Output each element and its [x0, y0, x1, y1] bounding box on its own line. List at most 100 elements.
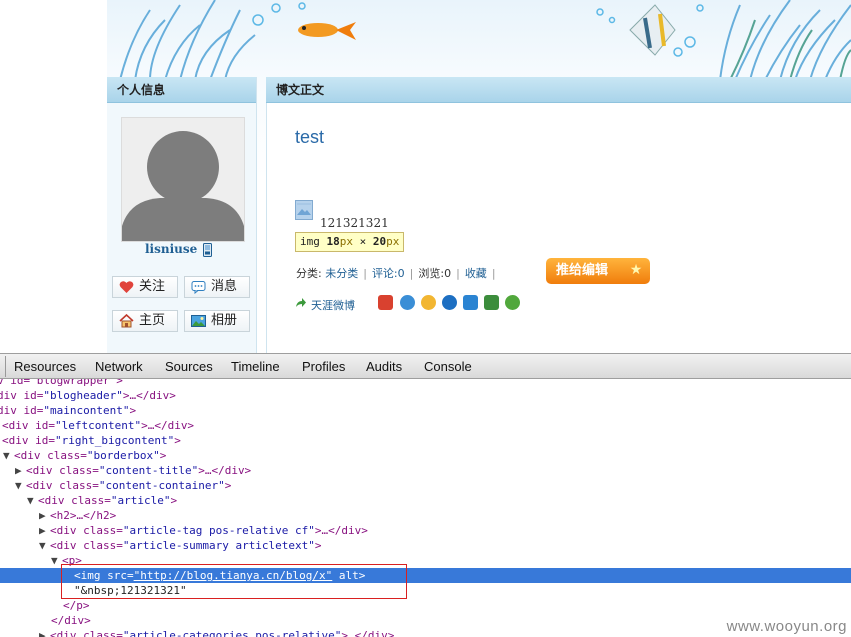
- dom-tag: <div class=: [26, 464, 99, 477]
- follow-button[interactable]: 关注: [112, 276, 178, 298]
- dom-node[interactable]: ▼ <div class="borderbox">: [3, 448, 166, 463]
- dom-node[interactable]: ▼ <div class="article">: [27, 493, 177, 508]
- collapsed-triangle-icon[interactable]: ▶: [39, 508, 50, 523]
- album-label: 相册: [211, 313, 238, 328]
- tab-overflow-edge: [0, 356, 6, 377]
- home-label: 主页: [139, 313, 166, 328]
- dom-node[interactable]: ▼ <div class="content-container">: [15, 478, 231, 493]
- tab-network[interactable]: Network: [95, 354, 143, 379]
- dom-tag: <div id=: [2, 434, 55, 447]
- favorite-link[interactable]: 收藏: [465, 267, 487, 280]
- dom-tag-close: >…</div>: [122, 389, 176, 402]
- dom-tag: <div class=: [14, 449, 87, 462]
- dom-tag: </p>: [63, 599, 90, 612]
- dom-tag-close: >: [224, 479, 232, 492]
- collapsed-triangle-icon[interactable]: ▶: [15, 463, 26, 478]
- photo-album-icon: [191, 315, 206, 327]
- view-count: 浏览:0: [418, 267, 452, 280]
- dom-tag: <div class=: [50, 524, 123, 537]
- dom-tag: <h2>…</h2>: [50, 509, 117, 522]
- dom-node[interactable]: ▶ <div class="article-tag pos-relative cf…: [39, 523, 368, 538]
- tab-profiles[interactable]: Profiles: [302, 354, 345, 379]
- home-button[interactable]: 主页: [112, 310, 178, 332]
- message-button[interactable]: 消息: [184, 276, 250, 298]
- expanded-triangle-icon[interactable]: ▼: [27, 493, 38, 508]
- devtools-panel: Resources Network Sources Timeline Profi…: [0, 353, 851, 637]
- dom-attr-value: "borderbox": [86, 449, 160, 462]
- dom-attr-value: "article-categories pos-relative": [122, 629, 342, 637]
- meta-separator: |: [409, 267, 414, 280]
- dom-node-text: v id="blogwrapper">: [0, 379, 123, 387]
- share-arrow-icon: [296, 298, 306, 307]
- dom-attr-value: "blogheader": [43, 389, 123, 402]
- meta-separator: |: [491, 267, 496, 280]
- share-baidu-icon[interactable]: [463, 295, 478, 310]
- share-clover-icon[interactable]: [505, 295, 520, 310]
- share-kaixin-icon[interactable]: [421, 295, 436, 310]
- expanded-triangle-icon[interactable]: ▼: [39, 538, 50, 553]
- tab-console[interactable]: Console: [424, 354, 472, 379]
- collapsed-triangle-icon[interactable]: ▶: [39, 628, 50, 637]
- chat-bubble-icon: [191, 281, 206, 294]
- meta-separator: |: [363, 267, 367, 280]
- category-link[interactable]: 未分类: [325, 267, 358, 280]
- dom-attr-value: "content-container": [98, 479, 225, 492]
- heart-icon: [119, 281, 134, 293]
- avatar[interactable]: [121, 117, 245, 242]
- dom-tag: div id=: [0, 389, 44, 402]
- mobile-phone-icon: [203, 243, 212, 257]
- expanded-triangle-icon[interactable]: ▼: [15, 478, 26, 493]
- tab-resources[interactable]: Resources: [14, 354, 76, 379]
- post-title[interactable]: test: [295, 127, 324, 148]
- house-icon: [119, 314, 134, 328]
- username-link[interactable]: lisniuse: [145, 242, 197, 256]
- dom-node[interactable]: ▶ <div class="article-categories pos-rela…: [39, 628, 394, 637]
- dom-attr-value: "article": [110, 494, 171, 507]
- recommend-to-editor-button[interactable]: 推给编辑 ★: [546, 258, 650, 284]
- dom-tag-close: >: [170, 494, 178, 507]
- dom-node[interactable]: div id="maincontent">: [0, 403, 136, 418]
- angelfish-icon: [629, 4, 676, 56]
- dom-node[interactable]: </div>: [51, 613, 91, 628]
- dom-tag: <div class=: [38, 494, 111, 507]
- dom-tag-close: >…</div>: [198, 464, 252, 477]
- dom-attr-value: "article-summary articletext": [122, 539, 315, 552]
- dom-tag: <div id=: [2, 419, 55, 432]
- share-qzone-icon[interactable]: [400, 295, 415, 310]
- tianya-weibo-share-link[interactable]: 天涯微博: [311, 297, 355, 313]
- comment-count[interactable]: 评论:0: [372, 267, 405, 280]
- share-sina-icon[interactable]: [378, 295, 393, 310]
- dom-attr-value: "right_bigcontent": [54, 434, 175, 447]
- element-highlight-overlay: [295, 200, 313, 220]
- share-renren-icon[interactable]: [442, 295, 457, 310]
- album-button[interactable]: 相册: [184, 310, 250, 332]
- star-icon: ★: [629, 262, 643, 278]
- dom-tree: v id="blogwrapper"> div id="blogheader">…: [0, 379, 851, 637]
- tooltip-times: ×: [359, 235, 367, 248]
- dom-node[interactable]: <div id="leftcontent">…</div>: [2, 418, 194, 433]
- dom-tag-close: >…</div>: [341, 629, 395, 637]
- dom-node[interactable]: <div id="right_bigcontent">: [2, 433, 181, 448]
- tooltip-tag: img: [300, 235, 320, 248]
- tooltip-width: 18: [326, 235, 340, 248]
- tab-sources[interactable]: Sources: [165, 354, 213, 379]
- dom-node[interactable]: div id="blogheader">…</div>: [0, 388, 176, 403]
- seaweed-decoration: [119, 0, 851, 80]
- dom-node[interactable]: ▼ <div class="article-summary articletext…: [39, 538, 322, 553]
- follow-label: 关注: [139, 279, 166, 294]
- expanded-triangle-icon[interactable]: ▼: [3, 448, 14, 463]
- dom-tag-close: >: [159, 449, 167, 462]
- tab-audits[interactable]: Audits: [366, 354, 402, 379]
- tab-timeline[interactable]: Timeline: [231, 354, 280, 379]
- dom-node[interactable]: v id="blogwrapper">: [0, 379, 123, 388]
- share-douban-icon[interactable]: [484, 295, 499, 310]
- collapsed-triangle-icon[interactable]: ▶: [39, 523, 50, 538]
- watermark: www.wooyun.org: [726, 618, 847, 635]
- blog-page: 个人信息 博文正文 lisniuse 关注 消息 主页 相册 test 1213…: [0, 0, 851, 353]
- dom-node[interactable]: </p>: [63, 598, 90, 613]
- recommend-label: 推给编辑: [556, 263, 609, 278]
- dom-node[interactable]: ▶ <h2>…</h2>: [39, 508, 116, 523]
- dom-attr-value: "leftcontent": [54, 419, 142, 432]
- annotation-red-box: [61, 564, 407, 599]
- dom-node[interactable]: ▶ <div class="content-title">…</div>: [15, 463, 251, 478]
